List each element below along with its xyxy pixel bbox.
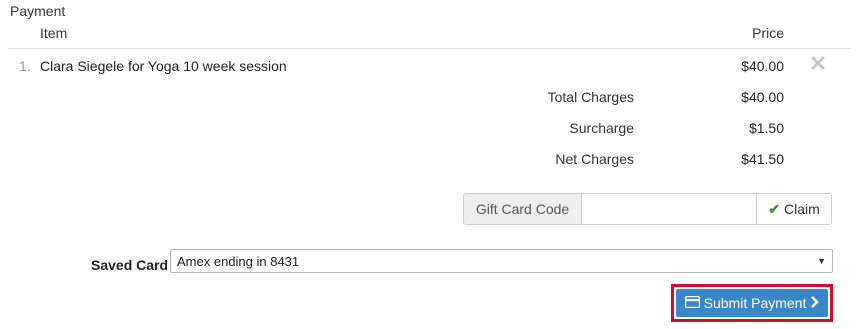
submit-highlight: Submit Payment	[671, 284, 833, 322]
column-header-price: Price	[752, 25, 784, 41]
surcharge-label: Surcharge	[569, 120, 634, 136]
total-charges-value: $40.00	[741, 89, 784, 105]
credit-card-icon	[684, 295, 700, 311]
claim-label: Claim	[783, 201, 820, 217]
saved-card-select[interactable]: Amex ending in 8431 ▼	[170, 249, 833, 273]
checkmark-icon: ✔	[768, 200, 780, 217]
claim-button[interactable]: ✔ Claim	[757, 194, 831, 224]
total-charges-label: Total Charges	[547, 89, 634, 105]
column-header-item: Item	[40, 25, 68, 41]
gift-card-input[interactable]	[582, 194, 757, 224]
header-divider	[8, 48, 851, 49]
submit-label: Submit Payment	[703, 295, 807, 311]
chevron-right-icon	[810, 295, 820, 311]
saved-card-value: Amex ending in 8431	[177, 253, 300, 269]
close-icon[interactable]	[811, 56, 825, 70]
row-price: $40.00	[741, 58, 784, 74]
surcharge-value: $1.50	[748, 120, 784, 136]
gift-card-label: Gift Card Code	[464, 194, 582, 224]
gift-card-group: Gift Card Code ✔ Claim	[463, 193, 832, 225]
submit-payment-button[interactable]: Submit Payment	[676, 289, 828, 317]
net-charges-label: Net Charges	[555, 151, 634, 167]
caret-down-icon: ▼	[817, 256, 826, 266]
saved-card-label: Saved Card	[91, 257, 169, 273]
row-item-name: Clara Siegele for Yoga 10 week session	[40, 58, 287, 74]
section-title: Payment	[10, 3, 66, 19]
net-charges-value: $41.50	[741, 151, 784, 167]
row-number: 1.	[19, 58, 31, 74]
